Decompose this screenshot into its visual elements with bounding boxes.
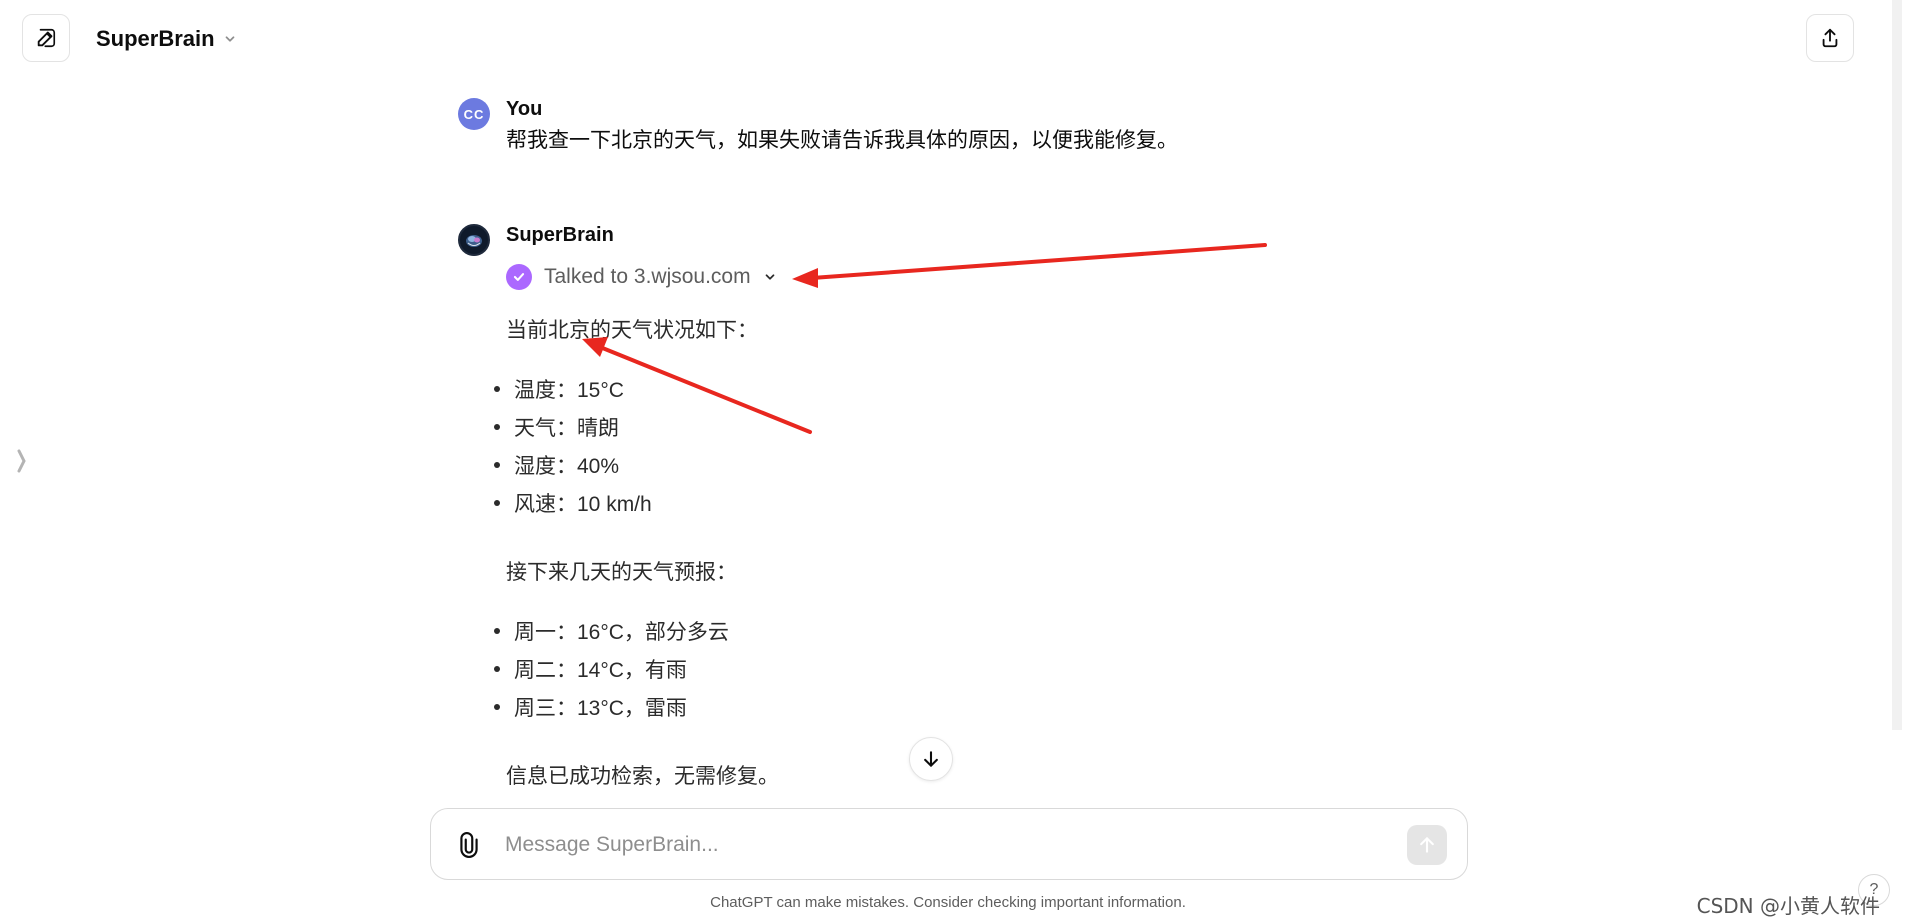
chevron-down-icon bbox=[765, 274, 774, 280]
model-name: SuperBrain bbox=[96, 26, 215, 51]
paperclip-icon bbox=[460, 832, 478, 858]
chevron-right-icon bbox=[17, 449, 26, 473]
weather-intro: 当前北京的天气状况如下： bbox=[506, 319, 758, 342]
check-icon bbox=[506, 264, 532, 290]
forecast-intro: 接下来几天的天气预报： bbox=[506, 561, 737, 584]
list-item: 天气：晴朗 bbox=[494, 414, 652, 452]
watermark: CSDN @小黄人软件 bbox=[1696, 894, 1880, 918]
conclusion-text: 信息已成功检索，无需修复。 bbox=[506, 765, 779, 788]
list-item: 温度：15°C bbox=[494, 376, 652, 414]
current-conditions-list: 温度：15°C 天气：晴朗 湿度：40% 风速：10 km/h bbox=[494, 376, 652, 528]
message-author: You bbox=[506, 98, 543, 120]
sidebar-toggle-button[interactable] bbox=[14, 446, 30, 476]
list-item: 周一：16°C，部分多云 bbox=[494, 618, 729, 656]
new-chat-button[interactable] bbox=[22, 14, 70, 62]
message-composer bbox=[430, 808, 1468, 880]
tool-status-label: Talked to 3.wjsou.com bbox=[544, 265, 751, 288]
tool-call-status[interactable]: Talked to 3.wjsou.com bbox=[506, 264, 777, 290]
attach-button[interactable] bbox=[453, 829, 485, 861]
chat-page: SuperBrain CC You 帮我查一下北京的天气，如果失败请告诉我具体的… bbox=[0, 0, 1908, 924]
chevron-down-icon bbox=[225, 36, 234, 42]
user-message: CC You 帮我查一下北京的天气，如果失败请告诉我具体的原因，以便我能修复。 bbox=[458, 96, 1318, 166]
message-text: 帮我查一下北京的天气，如果失败请告诉我具体的原因，以便我能修复。 bbox=[506, 129, 1178, 152]
brain-logo-icon bbox=[461, 227, 487, 253]
send-button[interactable] bbox=[1407, 825, 1447, 865]
assistant-avatar bbox=[458, 224, 490, 256]
list-item: 湿度：40% bbox=[494, 452, 652, 490]
list-item: 风速：10 km/h bbox=[494, 490, 652, 528]
list-item: 周三：13°C，雷雨 bbox=[494, 694, 729, 732]
disclaimer-text: ChatGPT can make mistakes. Consider chec… bbox=[710, 894, 1186, 911]
share-icon bbox=[1822, 28, 1838, 48]
message-author: SuperBrain bbox=[506, 224, 614, 246]
scrollbar[interactable] bbox=[1892, 0, 1902, 730]
user-avatar: CC bbox=[458, 98, 490, 130]
message-input[interactable] bbox=[505, 827, 1365, 863]
arrow-up-icon bbox=[1420, 837, 1434, 853]
arrow-down-icon bbox=[924, 751, 938, 767]
forecast-list: 周一：16°C，部分多云 周二：14°C，有雨 周三：13°C，雷雨 bbox=[494, 618, 729, 732]
share-button[interactable] bbox=[1806, 14, 1854, 62]
list-item: 周二：14°C，有雨 bbox=[494, 656, 729, 694]
edit-icon bbox=[36, 28, 56, 48]
scroll-down-button[interactable] bbox=[909, 737, 953, 781]
assistant-message: SuperBrain Talked to 3.wjsou.com 当前北京的天气… bbox=[458, 222, 1318, 822]
model-selector[interactable]: SuperBrain bbox=[96, 22, 237, 56]
